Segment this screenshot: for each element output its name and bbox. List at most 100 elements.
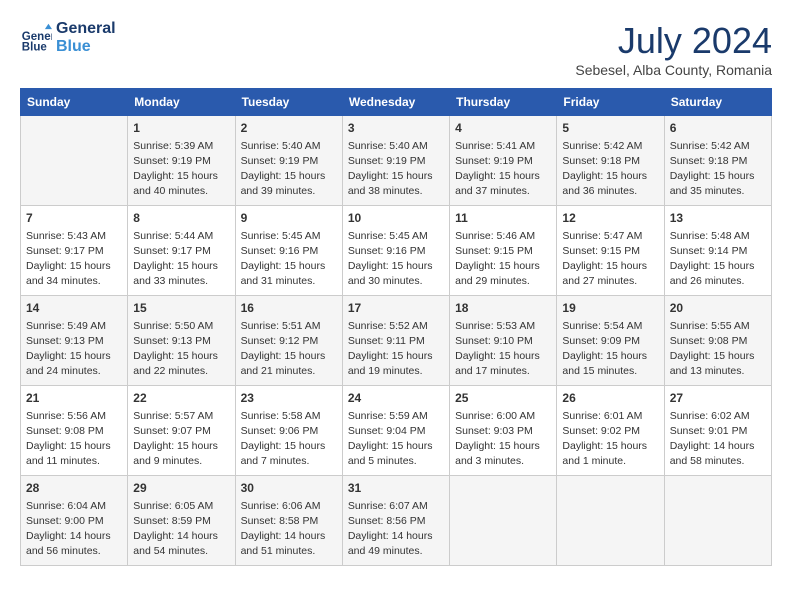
- day-number: 21: [26, 390, 122, 407]
- day-content: Sunrise: 5:49 AM Sunset: 9:13 PM Dayligh…: [26, 319, 122, 380]
- calendar-cell: 10 Sunrise: 5:45 AM Sunset: 9:16 PM Dayli…: [342, 206, 449, 296]
- calendar-cell: 19Sunrise: 5:54 AM Sunset: 9:09 PM Dayli…: [557, 296, 664, 386]
- calendar-week-row: 21Sunrise: 5:56 AM Sunset: 9:08 PM Dayli…: [21, 386, 772, 476]
- day-content: Sunrise: 5:55 AM Sunset: 9:08 PM Dayligh…: [670, 319, 766, 380]
- calendar-cell: 30Sunrise: 6:06 AM Sunset: 8:58 PM Dayli…: [235, 476, 342, 566]
- day-content: Sunrise: 5:41 AM Sunset: 9:19 PM Dayligh…: [455, 139, 551, 200]
- calendar-cell: 20 Sunrise: 5:55 AM Sunset: 9:08 PM Dayli…: [664, 296, 771, 386]
- day-content: Sunrise: 5:47 AM Sunset: 9:15 PM Dayligh…: [562, 229, 658, 290]
- day-number: 6: [670, 120, 766, 137]
- calendar-cell: [664, 476, 771, 566]
- day-number: 2: [241, 120, 337, 137]
- calendar-cell: 17 Sunrise: 5:52 AM Sunset: 9:11 PM Dayli…: [342, 296, 449, 386]
- logo: General Blue General Blue: [20, 20, 116, 55]
- page-header: General Blue General Blue July 2024 Sebe…: [20, 20, 772, 78]
- day-content: Sunrise: 5:51 AM Sunset: 9:12 PM Dayligh…: [241, 319, 337, 380]
- weekday-header-saturday: Saturday: [664, 89, 771, 116]
- day-content: Sunrise: 5:43 AM Sunset: 9:17 PM Dayligh…: [26, 229, 122, 290]
- calendar-cell: 5Sunrise: 5:42 AM Sunset: 9:18 PM Daylig…: [557, 116, 664, 206]
- day-content: Sunrise: 6:07 AM Sunset: 8:56 PM Dayligh…: [348, 499, 444, 560]
- calendar-cell: 29Sunrise: 6:05 AM Sunset: 8:59 PM Dayli…: [128, 476, 235, 566]
- day-content: Sunrise: 5:48 AM Sunset: 9:14 PM Dayligh…: [670, 229, 766, 290]
- day-content: Sunrise: 5:40 AM Sunset: 9:19 PM Dayligh…: [348, 139, 444, 200]
- calendar-cell: 16 Sunrise: 5:51 AM Sunset: 9:12 PM Dayli…: [235, 296, 342, 386]
- day-content: Sunrise: 5:42 AM Sunset: 9:18 PM Dayligh…: [670, 139, 766, 200]
- calendar-cell: 31 Sunrise: 6:07 AM Sunset: 8:56 PM Dayli…: [342, 476, 449, 566]
- calendar-cell: [21, 116, 128, 206]
- day-content: Sunrise: 5:44 AM Sunset: 9:17 PM Dayligh…: [133, 229, 229, 290]
- day-content: Sunrise: 5:53 AM Sunset: 9:10 PM Dayligh…: [455, 319, 551, 380]
- svg-text:Blue: Blue: [22, 41, 48, 53]
- day-content: Sunrise: 5:45 AM Sunset: 9:16 PM Dayligh…: [348, 229, 444, 290]
- calendar-cell: 3 Sunrise: 5:40 AM Sunset: 9:19 PM Daylig…: [342, 116, 449, 206]
- calendar-cell: 24 Sunrise: 5:59 AM Sunset: 9:04 PM Dayli…: [342, 386, 449, 476]
- day-content: Sunrise: 5:59 AM Sunset: 9:04 PM Dayligh…: [348, 409, 444, 470]
- weekday-header-monday: Monday: [128, 89, 235, 116]
- calendar-cell: 2 Sunrise: 5:40 AM Sunset: 9:19 PM Daylig…: [235, 116, 342, 206]
- day-content: Sunrise: 5:52 AM Sunset: 9:11 PM Dayligh…: [348, 319, 444, 380]
- day-number: 9: [241, 210, 337, 227]
- calendar-cell: 15Sunrise: 5:50 AM Sunset: 9:13 PM Dayli…: [128, 296, 235, 386]
- day-content: Sunrise: 5:58 AM Sunset: 9:06 PM Dayligh…: [241, 409, 337, 470]
- day-content: Sunrise: 6:00 AM Sunset: 9:03 PM Dayligh…: [455, 409, 551, 470]
- day-number: 12: [562, 210, 658, 227]
- day-number: 22: [133, 390, 229, 407]
- calendar-cell: 14 Sunrise: 5:49 AM Sunset: 9:13 PM Dayli…: [21, 296, 128, 386]
- day-number: 10: [348, 210, 444, 227]
- day-content: Sunrise: 6:05 AM Sunset: 8:59 PM Dayligh…: [133, 499, 229, 560]
- weekday-header-wednesday: Wednesday: [342, 89, 449, 116]
- day-number: 17: [348, 300, 444, 317]
- title-block: July 2024 Sebesel, Alba County, Romania: [575, 20, 772, 78]
- calendar-cell: 23 Sunrise: 5:58 AM Sunset: 9:06 PM Dayli…: [235, 386, 342, 476]
- day-number: 20: [670, 300, 766, 317]
- day-content: Sunrise: 5:45 AM Sunset: 9:16 PM Dayligh…: [241, 229, 337, 290]
- calendar-cell: 8 Sunrise: 5:44 AM Sunset: 9:17 PM Daylig…: [128, 206, 235, 296]
- calendar-cell: 26Sunrise: 6:01 AM Sunset: 9:02 PM Dayli…: [557, 386, 664, 476]
- calendar-cell: 7 Sunrise: 5:43 AM Sunset: 9:17 PM Daylig…: [21, 206, 128, 296]
- day-number: 18: [455, 300, 551, 317]
- weekday-header-tuesday: Tuesday: [235, 89, 342, 116]
- day-number: 19: [562, 300, 658, 317]
- day-number: 14: [26, 300, 122, 317]
- day-number: 8: [133, 210, 229, 227]
- calendar-cell: 13Sunrise: 5:48 AM Sunset: 9:14 PM Dayli…: [664, 206, 771, 296]
- month-year-title: July 2024: [575, 20, 772, 62]
- weekday-header-friday: Friday: [557, 89, 664, 116]
- calendar-cell: 12 Sunrise: 5:47 AM Sunset: 9:15 PM Dayli…: [557, 206, 664, 296]
- logo-icon: General Blue: [20, 22, 52, 54]
- day-number: 11: [455, 210, 551, 227]
- location-subtitle: Sebesel, Alba County, Romania: [575, 62, 772, 78]
- calendar-cell: 1Sunrise: 5:39 AM Sunset: 9:19 PM Daylig…: [128, 116, 235, 206]
- day-number: 31: [348, 480, 444, 497]
- day-content: Sunrise: 6:04 AM Sunset: 9:00 PM Dayligh…: [26, 499, 122, 560]
- day-content: Sunrise: 5:40 AM Sunset: 9:19 PM Dayligh…: [241, 139, 337, 200]
- day-number: 1: [133, 120, 229, 137]
- day-number: 7: [26, 210, 122, 227]
- day-number: 23: [241, 390, 337, 407]
- day-content: Sunrise: 5:46 AM Sunset: 9:15 PM Dayligh…: [455, 229, 551, 290]
- day-content: Sunrise: 6:06 AM Sunset: 8:58 PM Dayligh…: [241, 499, 337, 560]
- calendar-week-row: 7 Sunrise: 5:43 AM Sunset: 9:17 PM Daylig…: [21, 206, 772, 296]
- day-content: Sunrise: 5:57 AM Sunset: 9:07 PM Dayligh…: [133, 409, 229, 470]
- day-number: 27: [670, 390, 766, 407]
- weekday-header-row: SundayMondayTuesdayWednesdayThursdayFrid…: [21, 89, 772, 116]
- day-content: Sunrise: 5:42 AM Sunset: 9:18 PM Dayligh…: [562, 139, 658, 200]
- day-content: Sunrise: 5:50 AM Sunset: 9:13 PM Dayligh…: [133, 319, 229, 380]
- day-number: 28: [26, 480, 122, 497]
- day-number: 4: [455, 120, 551, 137]
- calendar-cell: 25 Sunrise: 6:00 AM Sunset: 9:03 PM Dayli…: [450, 386, 557, 476]
- day-number: 25: [455, 390, 551, 407]
- logo-text-blue: Blue: [56, 38, 116, 56]
- day-number: 26: [562, 390, 658, 407]
- calendar-cell: 4 Sunrise: 5:41 AM Sunset: 9:19 PM Daylig…: [450, 116, 557, 206]
- day-number: 3: [348, 120, 444, 137]
- calendar-week-row: 14 Sunrise: 5:49 AM Sunset: 9:13 PM Dayli…: [21, 296, 772, 386]
- calendar-cell: 6 Sunrise: 5:42 AM Sunset: 9:18 PM Daylig…: [664, 116, 771, 206]
- calendar-cell: 21Sunrise: 5:56 AM Sunset: 9:08 PM Dayli…: [21, 386, 128, 476]
- weekday-header-thursday: Thursday: [450, 89, 557, 116]
- day-number: 24: [348, 390, 444, 407]
- calendar-cell: 18 Sunrise: 5:53 AM Sunset: 9:10 PM Dayli…: [450, 296, 557, 386]
- calendar-cell: 22 Sunrise: 5:57 AM Sunset: 9:07 PM Dayli…: [128, 386, 235, 476]
- calendar-week-row: 28 Sunrise: 6:04 AM Sunset: 9:00 PM Dayli…: [21, 476, 772, 566]
- day-number: 16: [241, 300, 337, 317]
